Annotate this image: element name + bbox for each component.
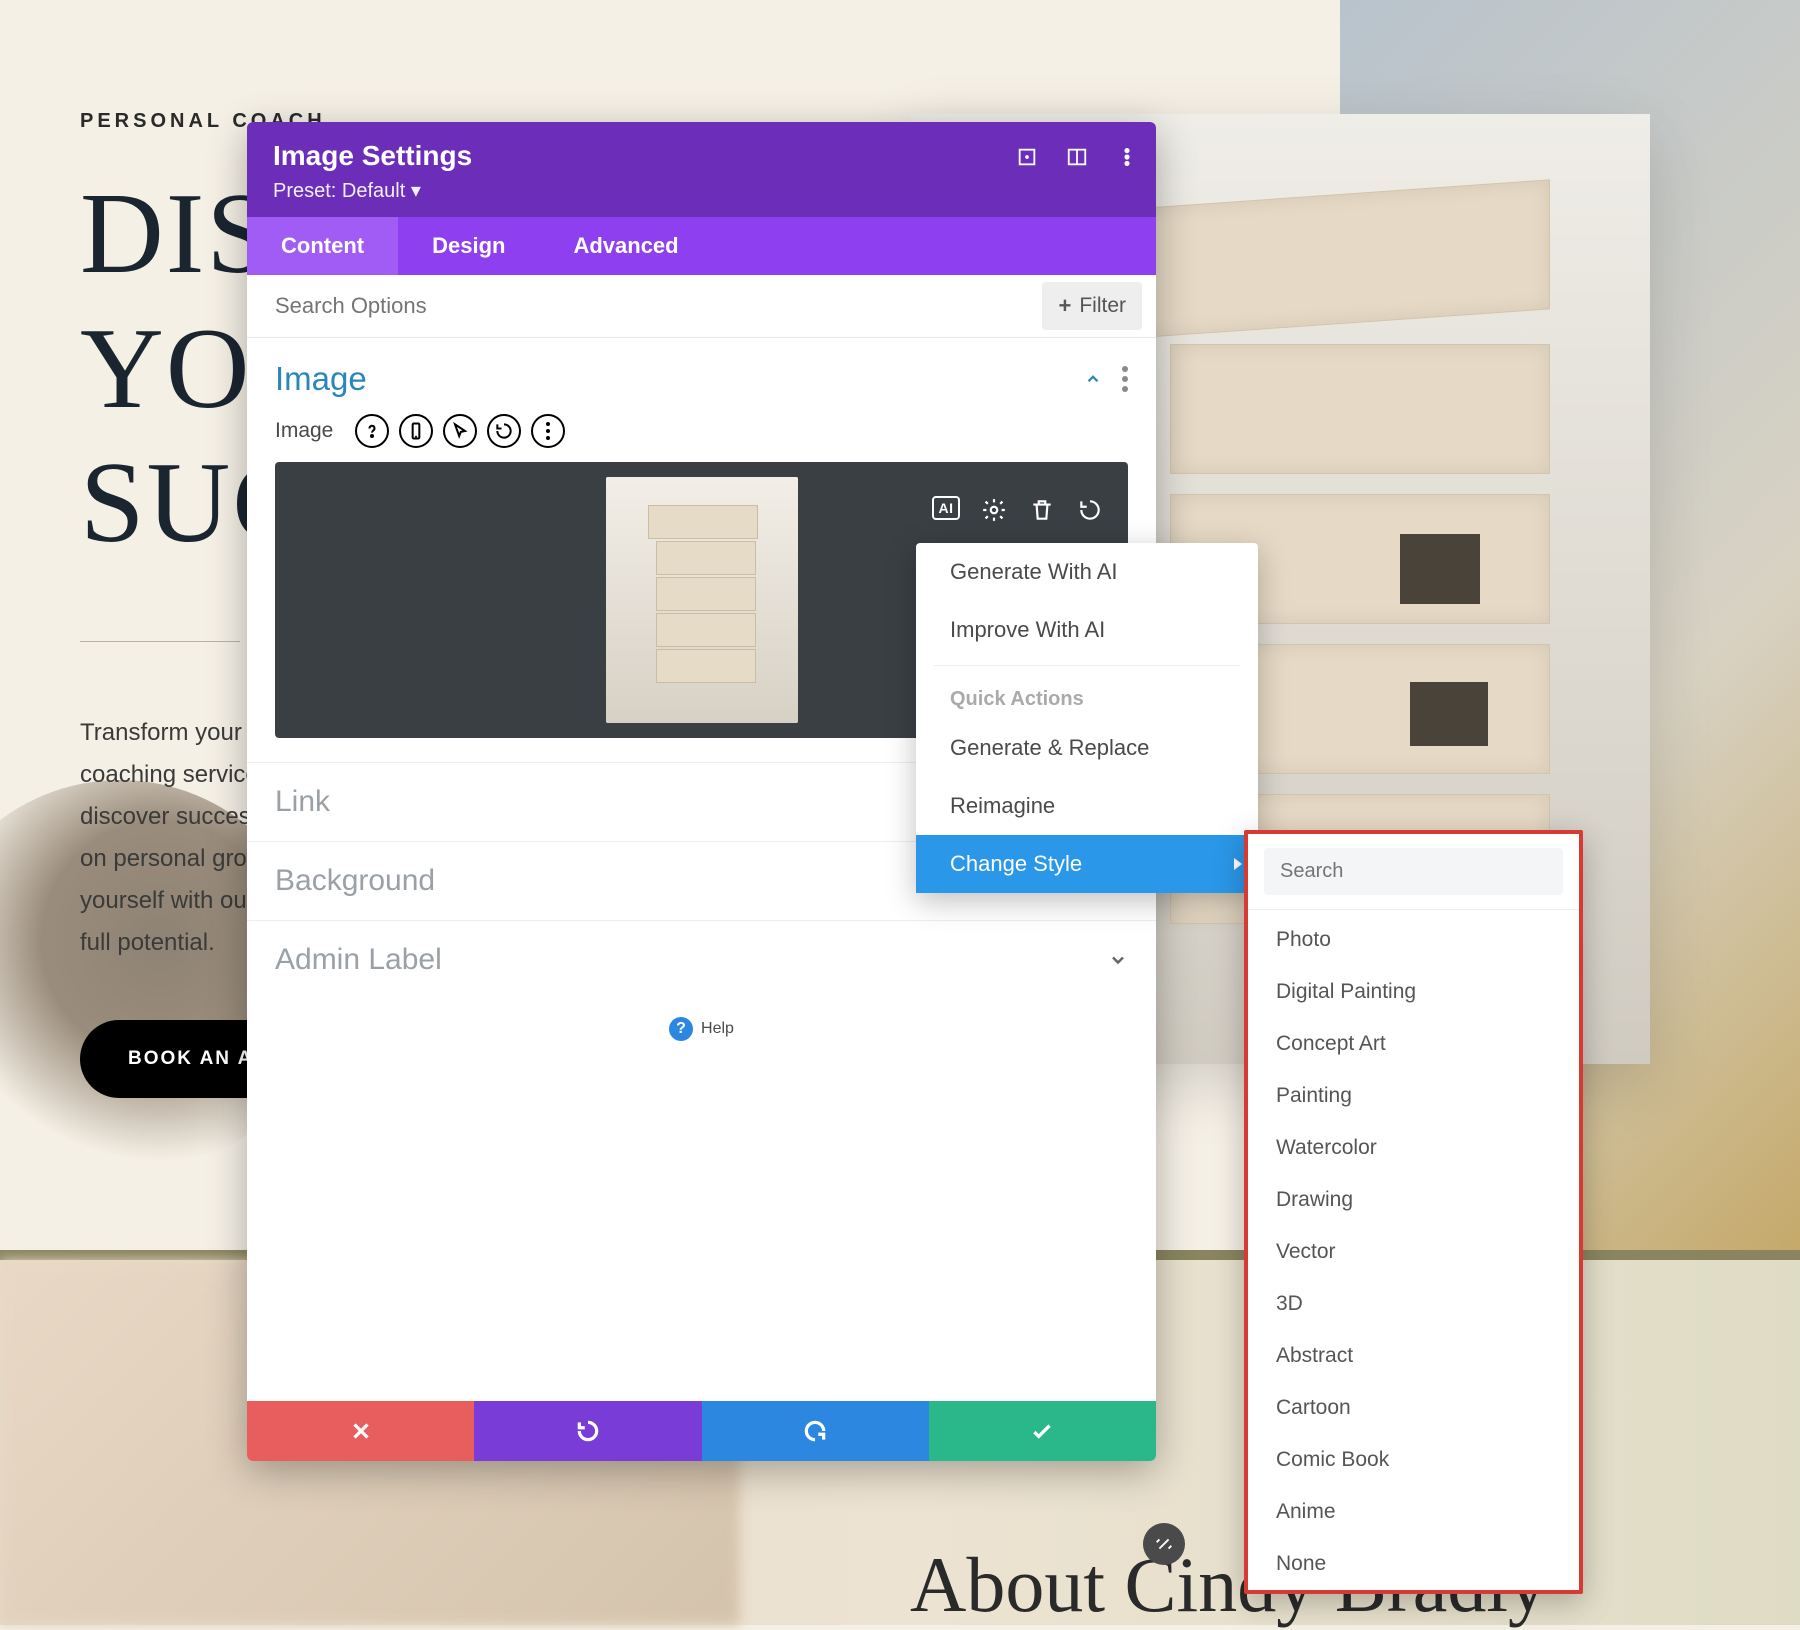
modal-tabs: Content Design Advanced (247, 217, 1156, 275)
expand-icon[interactable] (1016, 146, 1038, 168)
redo-button[interactable] (702, 1401, 929, 1461)
save-button[interactable] (929, 1401, 1156, 1461)
search-options-input[interactable] (247, 275, 1042, 337)
modal-title: Image Settings (273, 140, 1130, 172)
resize-handle[interactable] (1143, 1523, 1185, 1565)
section-admin-label-label: Admin Label (275, 943, 442, 977)
section-background-label: Background (275, 864, 435, 898)
style-option-vector[interactable]: Vector (1248, 1226, 1579, 1278)
menu-quick-actions-header: Quick Actions (916, 672, 1258, 719)
section-link-label: Link (275, 785, 330, 819)
undo-icon[interactable] (1076, 496, 1104, 524)
menu-improve-with-ai[interactable]: Improve With AI (916, 601, 1258, 659)
trash-icon[interactable] (1028, 496, 1056, 524)
style-option-concept-art[interactable]: Concept Art (1248, 1018, 1579, 1070)
style-option-none[interactable]: None (1248, 1538, 1579, 1590)
tab-advanced[interactable]: Advanced (539, 217, 712, 275)
menu-change-style[interactable]: Change Style (916, 835, 1258, 893)
preset-dropdown[interactable]: Preset: Default ▾ (273, 178, 1130, 203)
help-link[interactable]: ? Help (247, 999, 1156, 1401)
menu-reimagine[interactable]: Reimagine (916, 777, 1258, 835)
panel-layout-icon[interactable] (1066, 146, 1088, 168)
cancel-button[interactable] (247, 1401, 474, 1461)
style-option-watercolor[interactable]: Watercolor (1248, 1122, 1579, 1174)
help-badge-icon: ? (669, 1017, 693, 1041)
style-option-abstract[interactable]: Abstract (1248, 1330, 1579, 1382)
collapse-icon[interactable] (1084, 370, 1102, 388)
help-label: Help (701, 1020, 734, 1037)
filter-button[interactable]: +Filter (1042, 282, 1142, 330)
style-option-drawing[interactable]: Drawing (1248, 1174, 1579, 1226)
field-image-label: Image (275, 419, 333, 443)
style-option-comic-book[interactable]: Comic Book (1248, 1434, 1579, 1486)
device-icon[interactable] (399, 414, 433, 448)
section-more-icon[interactable] (1122, 366, 1128, 392)
style-option-anime[interactable]: Anime (1248, 1486, 1579, 1538)
tab-design[interactable]: Design (398, 217, 539, 275)
field-more-icon[interactable] (531, 414, 565, 448)
style-option-cartoon[interactable]: Cartoon (1248, 1382, 1579, 1434)
style-option-digital-painting[interactable]: Digital Painting (1248, 966, 1579, 1018)
chevron-down-icon (1108, 950, 1128, 970)
tab-content[interactable]: Content (247, 217, 398, 275)
ai-icon[interactable]: AI (932, 496, 960, 520)
style-search-input[interactable] (1264, 848, 1563, 895)
menu-generate-replace[interactable]: Generate & Replace (916, 719, 1258, 777)
menu-generate-with-ai[interactable]: Generate With AI (916, 543, 1258, 601)
filter-label: Filter (1079, 294, 1126, 318)
modal-header: Image Settings Preset: Default ▾ (247, 122, 1156, 217)
style-option-photo[interactable]: Photo (1248, 914, 1579, 966)
more-icon[interactable] (1116, 146, 1138, 168)
help-icon[interactable] (355, 414, 389, 448)
image-thumbnail (606, 477, 798, 723)
style-option-3d[interactable]: 3D (1248, 1278, 1579, 1330)
section-admin-label[interactable]: Admin Label (247, 920, 1156, 999)
change-style-submenu: PhotoDigital PaintingConcept ArtPainting… (1244, 830, 1583, 1594)
hover-icon[interactable] (443, 414, 477, 448)
hero-divider (80, 641, 240, 642)
style-option-painting[interactable]: Painting (1248, 1070, 1579, 1122)
ai-dropdown-menu: Generate With AI Improve With AI Quick A… (916, 543, 1258, 893)
undo-button[interactable] (474, 1401, 701, 1461)
reset-icon[interactable] (487, 414, 521, 448)
section-image-title[interactable]: Image (275, 360, 367, 398)
gear-icon[interactable] (980, 496, 1008, 524)
